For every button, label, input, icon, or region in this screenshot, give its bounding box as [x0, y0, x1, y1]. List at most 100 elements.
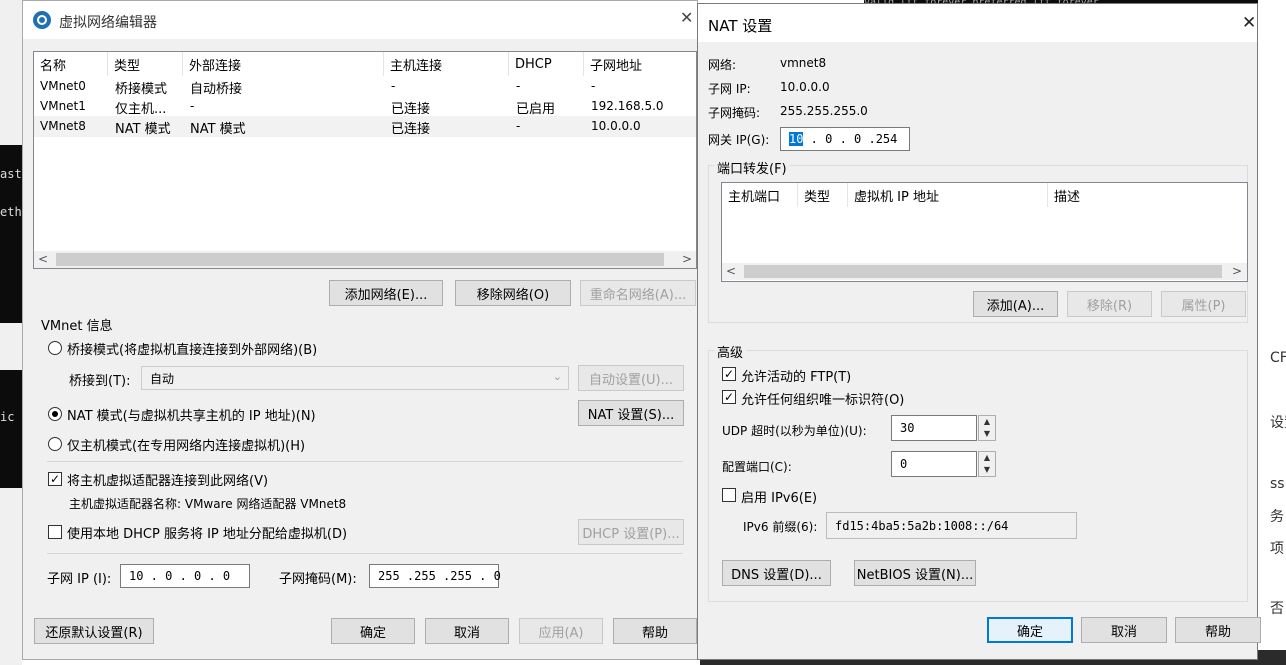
spin-up-icon[interactable]: ▲ — [979, 452, 995, 464]
bridge-mode-radio[interactable] — [48, 341, 62, 355]
column-header-name[interactable]: 名称 — [34, 52, 108, 76]
gateway-ip-input[interactable]: 10 . 0 . 0 .254 — [780, 127, 910, 151]
spin-down-icon[interactable]: ▼ — [979, 428, 995, 440]
network-globe-icon — [33, 11, 51, 29]
column-header-dhcp[interactable]: DHCP — [509, 52, 584, 76]
column-header-type[interactable]: 类型 — [108, 52, 183, 76]
main-close-icon[interactable]: ✕ — [680, 8, 693, 27]
allow-ftp-checkbox[interactable]: ✓ — [722, 367, 736, 381]
spin-up-icon[interactable]: ▲ — [979, 416, 995, 428]
row-cell: 桥接模式 — [115, 82, 168, 97]
nat-mode-radio[interactable] — [48, 407, 62, 421]
connect-adapter-checkbox[interactable]: ✓ — [48, 472, 62, 486]
close-icon[interactable]: ✕ — [1242, 13, 1256, 33]
table-row[interactable]: VMnet0 桥接模式 自动桥接 - - - — [34, 76, 696, 97]
nat-title-bar: NAT 设置 ✕ — [698, 4, 1257, 42]
background-desktop — [0, 0, 22, 665]
row-cell: - — [516, 79, 521, 93]
background-text: ss — [1270, 476, 1285, 492]
pf-column-vm-ip[interactable]: 虚拟机 IP 地址 — [848, 183, 1048, 207]
row-cell: VMnet0 — [40, 79, 86, 93]
scroll-right-icon[interactable]: > — [1232, 264, 1242, 278]
column-header-external[interactable]: 外部连接 — [183, 52, 384, 76]
row-cell: 已连接 — [391, 122, 431, 137]
pf-horizontal-scrollbar[interactable]: < > — [722, 263, 1247, 280]
row-cell: 10.0.0.0 — [591, 119, 641, 133]
nat-help-button[interactable]: 帮助 — [1175, 617, 1261, 643]
subnet-mask-value: 255.255.255.0 — [780, 104, 868, 118]
gateway-selected-octet: 10 — [789, 132, 804, 146]
ok-button[interactable]: 确定 — [331, 618, 415, 644]
enable-ipv6-checkbox[interactable] — [722, 488, 736, 502]
rename-network-button[interactable]: 重命名网络(A)... — [580, 280, 696, 306]
nat-cancel-button[interactable]: 取消 — [1081, 617, 1167, 643]
port-properties-button[interactable]: 属性(P) — [1161, 291, 1246, 317]
terminal-text: eth — [0, 205, 22, 219]
use-dhcp-label[interactable]: 使用本地 DHCP 服务将 IP 地址分配给虚拟机(D) — [67, 523, 347, 542]
remove-port-button[interactable]: 移除(R) — [1067, 291, 1152, 317]
enable-ipv6-label[interactable]: 启用 IPv6(E) — [741, 487, 817, 506]
use-dhcp-checkbox[interactable] — [48, 525, 62, 539]
scroll-left-icon[interactable]: < — [726, 264, 736, 278]
network-list[interactable]: 名称 类型 外部连接 主机连接 DHCP 子网地址 VMnet0 桥接模式 自动… — [33, 51, 697, 269]
auto-settings-button[interactable]: 自动设置(U)... — [578, 365, 684, 391]
udp-timeout-spinner[interactable]: ▲ ▼ — [978, 415, 996, 441]
separator — [47, 461, 683, 462]
nat-settings-button[interactable]: NAT 设置(S)... — [578, 400, 684, 426]
title-bar: 虚拟网络编辑器 — [23, 1, 697, 39]
adapter-name-text: 主机虚拟适配器名称: VMware 网络适配器 VMnet8 — [69, 497, 347, 511]
allow-ftp-label[interactable]: 允许活动的 FTP(T) — [741, 366, 851, 385]
scrollbar-thumb[interactable] — [744, 265, 1222, 278]
apply-button[interactable]: 应用(A) — [519, 618, 603, 644]
cancel-button[interactable]: 取消 — [425, 618, 509, 644]
pf-column-host-port[interactable]: 主机端口 — [722, 183, 798, 207]
add-network-button[interactable]: 添加网络(E)... — [329, 280, 443, 306]
nat-mode-label[interactable]: NAT 模式(与虚拟机共享主机的 IP 地址)(N) — [67, 405, 316, 424]
remove-network-button[interactable]: 移除网络(O) — [455, 280, 571, 306]
allow-oui-checkbox[interactable]: ✓ — [722, 390, 736, 404]
background-text: 项 — [1270, 541, 1284, 557]
host-only-mode-label[interactable]: 仅主机模式(在专用网络内连接虚拟机)(H) — [67, 435, 305, 454]
background-text: 务 — [1270, 509, 1284, 525]
horizontal-scrollbar[interactable]: < > — [34, 251, 696, 268]
nat-window-title: NAT 设置 — [708, 17, 773, 35]
config-port-input[interactable]: 0 — [891, 451, 977, 477]
table-row-selected[interactable]: VMnet8 NAT 模式 NAT 模式 已连接 - 10.0.0.0 — [34, 116, 696, 137]
row-cell: VMnet1 — [40, 99, 86, 113]
port-forward-list[interactable]: 主机端口 类型 虚拟机 IP 地址 描述 < > — [721, 182, 1248, 282]
config-port-spinner[interactable]: ▲ ▼ — [978, 451, 996, 477]
row-cell: VMnet8 — [40, 119, 86, 133]
scroll-left-icon[interactable]: < — [38, 252, 48, 266]
table-row[interactable]: VMnet1 仅主机... - 已连接 已启用 192.168.5.0 — [34, 96, 696, 117]
allow-oui-label[interactable]: 允许任何组织唯一标识符(O) — [741, 389, 904, 408]
bridge-mode-label[interactable]: 桥接模式(将虚拟机直接连接到外部网络)(B) — [67, 339, 317, 358]
row-cell: 已连接 — [391, 102, 431, 117]
background-window-right: CF 设置 ss 务 项 否 — [1258, 0, 1286, 665]
add-port-button[interactable]: 添加(A)... — [973, 291, 1058, 317]
subnet-ip-input[interactable]: 10 . 0 . 0 . 0 — [120, 564, 250, 588]
dns-settings-button[interactable]: DNS 设置(D)... — [722, 560, 831, 586]
scroll-right-icon[interactable]: > — [682, 252, 692, 266]
bridge-to-dropdown[interactable]: 自动 ⌄ — [141, 366, 569, 390]
gateway-label: 网关 IP(G): — [708, 133, 770, 147]
connect-adapter-label[interactable]: 将主机虚拟适配器连接到此网络(V) — [67, 470, 268, 489]
column-header-subnet[interactable]: 子网地址 — [584, 52, 696, 76]
restore-defaults-button[interactable]: 还原默认设置(R) — [34, 618, 154, 644]
subnet-mask-input[interactable]: 255 .255 .255 . 0 — [369, 564, 501, 588]
scrollbar-thumb[interactable] — [56, 253, 664, 266]
column-header-host[interactable]: 主机连接 — [384, 52, 509, 76]
pf-column-description[interactable]: 描述 — [1048, 183, 1247, 207]
netbios-settings-button[interactable]: NetBIOS 设置(N)... — [854, 560, 976, 586]
spin-down-icon[interactable]: ▼ — [979, 464, 995, 476]
row-cell: - — [591, 79, 596, 93]
pf-column-type[interactable]: 类型 — [798, 183, 848, 207]
dhcp-settings-button[interactable]: DHCP 设置(P)... — [578, 519, 684, 545]
host-only-mode-radio[interactable] — [48, 437, 62, 451]
help-button[interactable]: 帮助 — [613, 618, 697, 644]
udp-timeout-input[interactable]: 30 — [891, 415, 977, 441]
nat-ok-button[interactable]: 确定 — [987, 617, 1073, 643]
ipv6-prefix-input[interactable]: fd15:4ba5:5a2b:1008::/64 — [826, 512, 1077, 539]
background-terminal-2: ic — [0, 370, 22, 488]
nat-settings-window: NAT 设置 ✕ 网络: vmnet8 子网 IP: 10.0.0.0 子网掩码… — [697, 3, 1261, 660]
port-forward-label: 端口转发(F) — [714, 158, 790, 177]
